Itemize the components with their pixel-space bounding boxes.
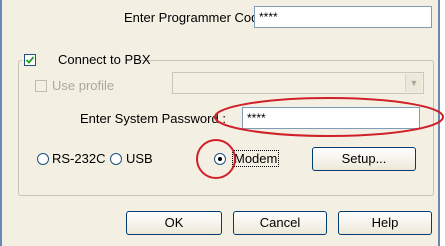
radio-usb-label: USB [126,151,153,166]
radio-usb[interactable] [110,153,122,165]
dialog-window: Enter Programmer Code : **** Connect to … [0,0,440,246]
programmer-code-label: Enter Programmer Code : [124,10,273,25]
cancel-button-label: Cancel [259,215,301,230]
radio-modem-label: Modem [232,150,280,167]
use-profile-label: Use profile [52,78,115,93]
radio-rs232c-label: RS-232C [52,151,106,166]
use-profile-checkbox[interactable] [35,80,47,92]
system-password-field[interactable]: **** [242,107,420,129]
radio-selected-dot [218,157,222,161]
check-mark-icon [25,56,35,64]
help-button[interactable]: Help [338,211,432,235]
connect-pbx-checkbox-row[interactable]: Connect to PBX [22,52,151,68]
radio-modem[interactable] [214,153,226,165]
connect-pbx-checkbox[interactable] [24,54,36,66]
setup-button[interactable]: Setup... [312,147,416,171]
profile-select[interactable]: ▼ [172,72,424,94]
cancel-button[interactable]: Cancel [233,211,327,235]
system-password-label: Enter System Password : [80,111,226,126]
help-button-label: Help [371,215,399,230]
system-password-value: **** [247,111,266,125]
chevron-down-icon: ▼ [405,74,422,92]
connect-pbx-label: Connect to PBX [58,52,151,67]
programmer-code-value: **** [259,10,278,24]
setup-button-label: Setup... [341,151,387,166]
programmer-code-field[interactable]: **** [254,6,432,28]
ok-button[interactable]: OK [126,211,222,235]
radio-rs232c[interactable] [37,153,49,165]
ok-button-label: OK [164,215,184,230]
